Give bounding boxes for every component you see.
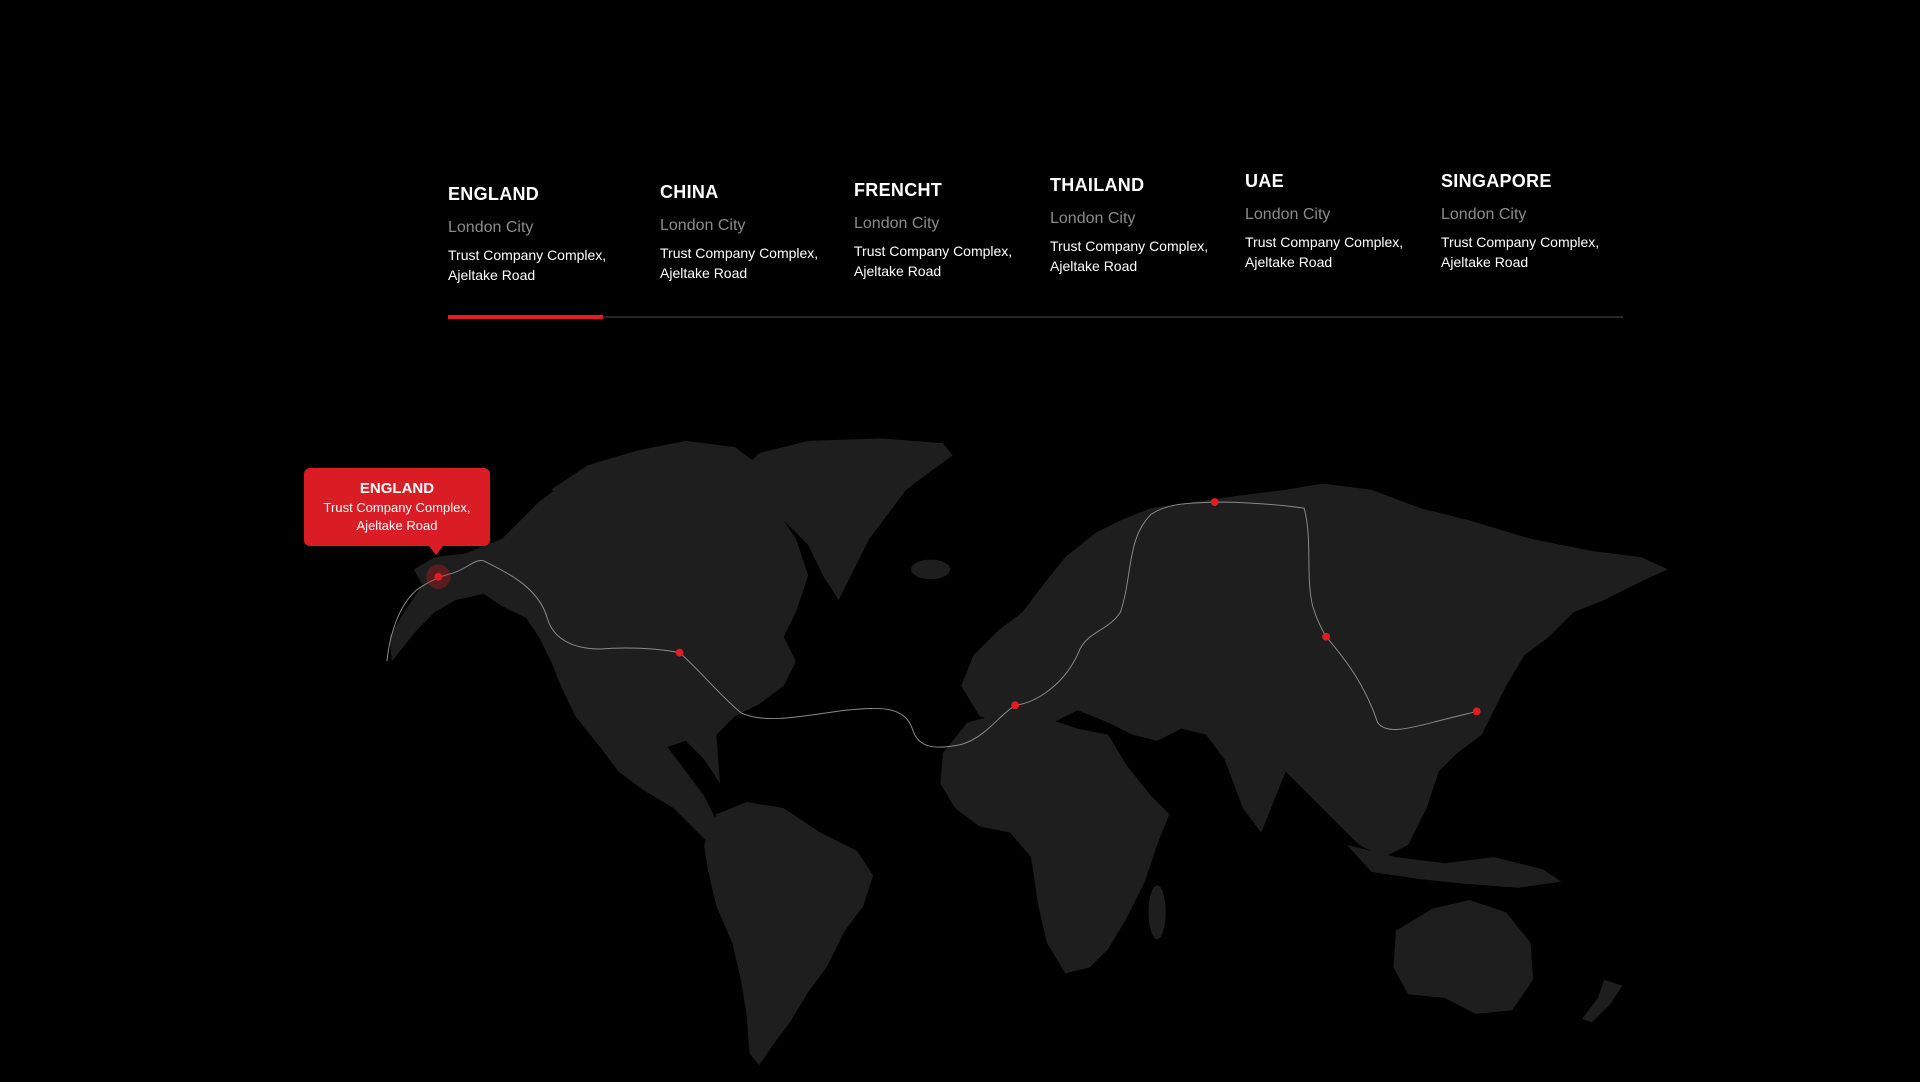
marker-siberia[interactable] bbox=[1322, 632, 1331, 641]
world-map: ENGLAND Trust Company Complex, Ajeltake … bbox=[0, 0, 1920, 1077]
island-madagascar bbox=[1148, 885, 1166, 940]
marker-novaya-zemlya[interactable] bbox=[1210, 498, 1219, 506]
continent-south-america bbox=[704, 802, 874, 1066]
island-iceland bbox=[911, 559, 951, 580]
world-map-svg bbox=[386, 438, 1668, 1066]
marker-algeria[interactable] bbox=[1011, 701, 1020, 710]
continent-africa bbox=[940, 712, 1170, 974]
continents bbox=[389, 438, 1668, 1066]
island-new-zealand bbox=[1582, 979, 1623, 1023]
continent-australia bbox=[1393, 900, 1534, 1014]
continent-north-america bbox=[389, 453, 809, 858]
marker-alaska[interactable] bbox=[434, 572, 443, 581]
marker-japan[interactable] bbox=[1472, 707, 1481, 716]
marker-great-lakes[interactable] bbox=[675, 648, 684, 657]
